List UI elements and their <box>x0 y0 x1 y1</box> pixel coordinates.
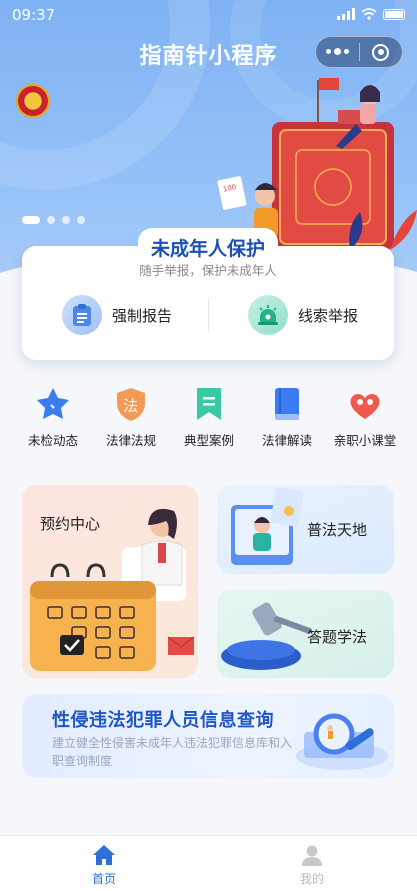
protection-subtitle: 随手举报，保护未成年人 <box>139 263 277 278</box>
svg-text:法: 法 <box>123 397 138 415</box>
category-label: 未检动态 <box>27 433 78 448</box>
category-label: 法律解读 <box>261 433 312 448</box>
mandatory-report-button[interactable]: 强制报告 <box>62 294 172 336</box>
book-icon <box>267 384 307 424</box>
law-popularization-illustration <box>231 487 304 565</box>
battery-icon <box>383 8 405 20</box>
quiz-learning-card[interactable]: 答题学法 <box>217 590 394 678</box>
indicator-dot <box>77 216 85 224</box>
wifi-icon <box>361 8 377 20</box>
gavel-illustration <box>221 602 312 670</box>
home-icon <box>54 842 154 868</box>
banner-indicator <box>22 216 85 224</box>
minor-protection-card: 未成年人保护 随手举报，保护未成年人 强制报告 线索举报 <box>22 228 394 360</box>
clipboard-icon <box>62 295 102 335</box>
offender-query-description: 建立健全性侵害未成年人违法犯罪信息库和入职查询制度 <box>52 736 293 768</box>
law-popularization-label: 普法天地 <box>307 521 368 539</box>
tab-home-label: 首页 <box>91 872 116 886</box>
category-grid: 未检动态 法 法律法规 典型案例 法律解读 亲职小课堂 <box>0 384 417 454</box>
quiz-learning-label: 答题学法 <box>307 628 368 646</box>
user-icon <box>262 842 362 868</box>
category-procuratorate-news[interactable]: 未检动态 <box>12 384 94 449</box>
protection-title: 未成年人保护 <box>150 238 265 260</box>
alarm-icon <box>248 295 288 335</box>
category-label: 典型案例 <box>183 433 234 448</box>
appointment-center-card[interactable]: 预约中心 <box>22 485 198 678</box>
magnifier-search-icon <box>296 713 388 770</box>
status-icons <box>337 8 405 20</box>
signal-icon <box>337 8 355 20</box>
tab-me-label: 我的 <box>299 872 324 886</box>
heart-people-icon <box>345 384 385 424</box>
more-menu-icon[interactable] <box>316 48 359 55</box>
banner-illustration: 100 <box>217 78 417 250</box>
star-icon <box>33 384 73 424</box>
category-typical-cases[interactable]: 典型案例 <box>168 384 250 449</box>
status-bar: 09:37 <box>0 0 417 30</box>
category-parenting-class[interactable]: 亲职小课堂 <box>324 384 406 449</box>
procuratorate-emblem-icon <box>16 84 50 118</box>
clue-report-label: 线索举报 <box>298 306 359 325</box>
bookmark-icon <box>189 384 229 424</box>
category-laws[interactable]: 法 法律法规 <box>90 384 172 449</box>
close-miniprogram-icon[interactable] <box>359 43 402 61</box>
status-time: 09:37 <box>12 6 56 24</box>
tab-home[interactable]: 首页 <box>54 842 154 887</box>
indicator-dot-active <box>22 216 40 224</box>
tab-me[interactable]: 我的 <box>262 842 362 887</box>
offender-query-title: 性侵违法犯罪人员信息查询 <box>52 710 274 731</box>
bottom-tab-bar: 首页 我的 <box>0 835 417 891</box>
mandatory-report-label: 强制报告 <box>112 306 173 325</box>
clue-report-button[interactable]: 线索举报 <box>248 294 358 336</box>
appointment-illustration <box>30 508 195 671</box>
indicator-dot <box>47 216 55 224</box>
category-label: 亲职小课堂 <box>333 433 397 448</box>
law-shield-icon: 法 <box>111 384 151 424</box>
category-label: 法律法规 <box>105 433 156 448</box>
law-popularization-card[interactable]: 普法天地 <box>217 485 394 574</box>
offender-query-banner[interactable]: 性侵违法犯罪人员信息查询 建立健全性侵害未成年人违法犯罪信息库和入职查询制度 <box>22 694 394 778</box>
action-divider <box>208 298 209 332</box>
indicator-dot <box>62 216 70 224</box>
miniprogram-capsule <box>315 36 403 68</box>
category-law-interpretation[interactable]: 法律解读 <box>246 384 328 449</box>
